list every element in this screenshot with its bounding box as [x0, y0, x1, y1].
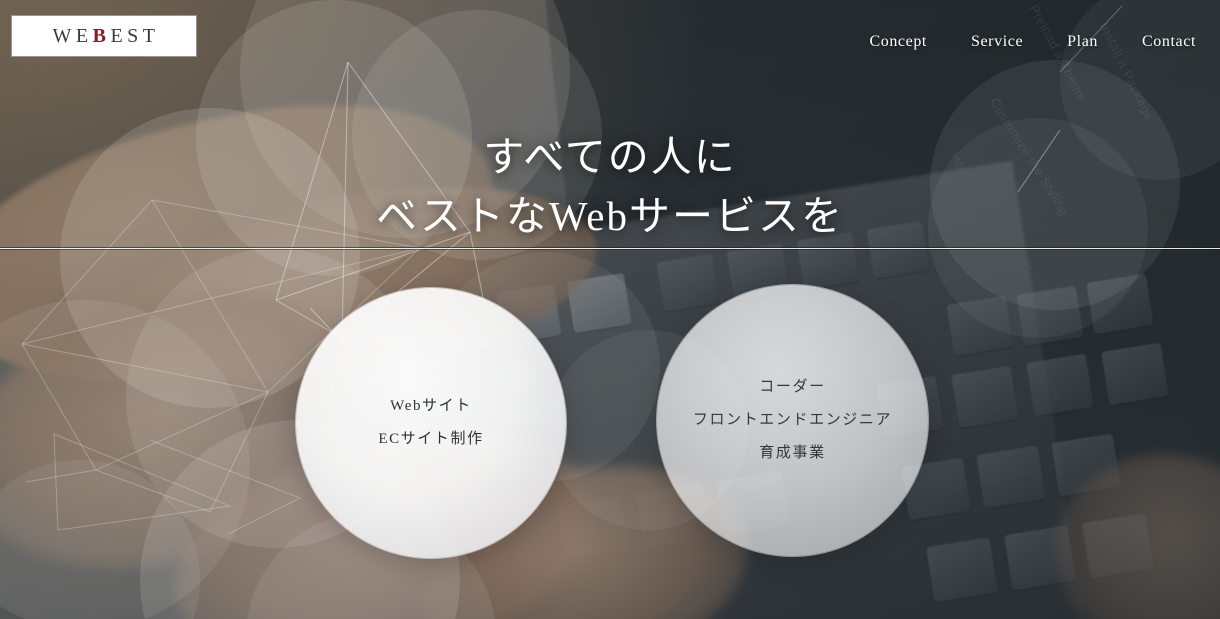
- nav-item-concept[interactable]: Concept: [847, 33, 949, 51]
- logo-text: WEBEST: [49, 25, 160, 48]
- feature-circle-engineer-training[interactable]: コーダー フロントエンドエンジニア 育成事業: [657, 285, 928, 556]
- logo-text-after: EST: [110, 24, 160, 47]
- screen-edge-line: [0, 247, 1220, 250]
- nav-item-service[interactable]: Service: [949, 33, 1045, 51]
- logo-accent-letter: B: [92, 24, 111, 47]
- nav-item-plan[interactable]: Plan: [1045, 33, 1120, 51]
- feature-circle-1-line-2: ECサイト制作: [378, 431, 484, 447]
- feature-circle-2-line-2: フロントエンドエンジニア: [692, 412, 893, 428]
- main-navigation: Concept Service Plan Contact: [847, 33, 1202, 51]
- landing-page: Preload a Theme Install a Package Custom…: [0, 0, 1220, 619]
- feature-circle-web-production[interactable]: Webサイト ECサイト制作: [296, 288, 566, 558]
- polygon-wireframe-overlay: [0, 0, 1220, 619]
- logo-text-before: WE: [52, 24, 93, 47]
- feature-circle-1-line-1: Webサイト: [390, 398, 472, 414]
- nav-item-contact[interactable]: Contact: [1120, 33, 1202, 51]
- site-header: WEBEST Concept Service Plan Contact: [0, 0, 1220, 80]
- feature-circle-2-line-1: コーダー: [759, 379, 826, 395]
- hero-background-image: Preload a Theme Install a Package Custom…: [0, 0, 1220, 619]
- site-logo[interactable]: WEBEST: [12, 16, 196, 56]
- feature-circle-2-line-3: 育成事業: [759, 445, 826, 461]
